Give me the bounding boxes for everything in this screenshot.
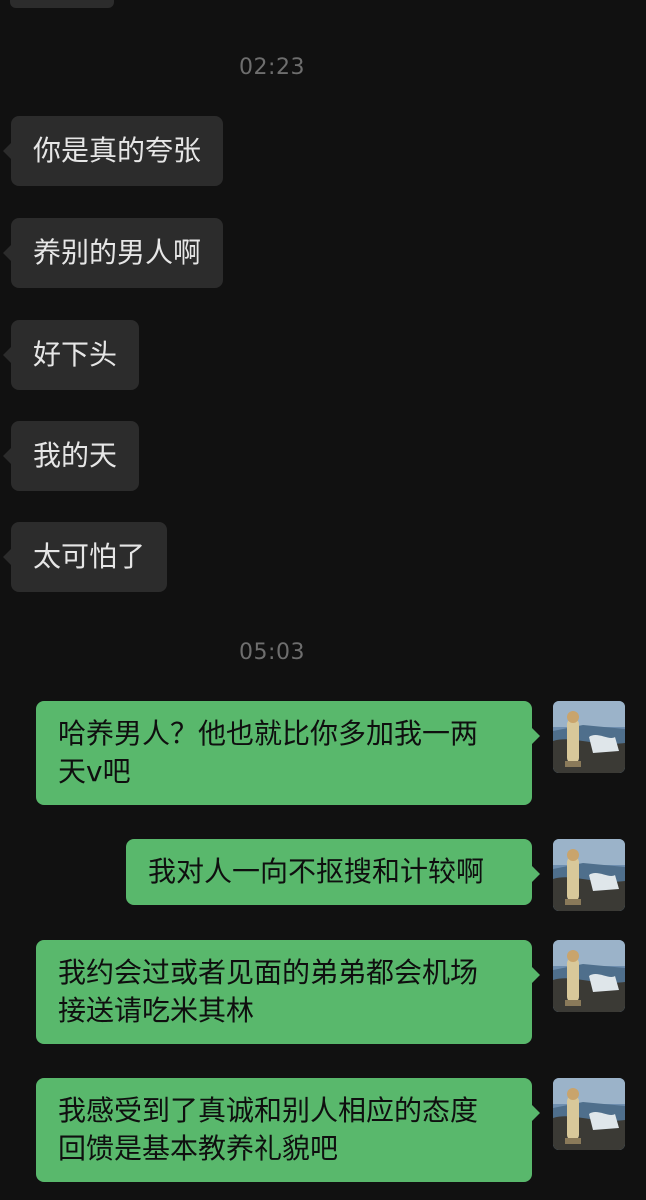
message-text-line: 天v吧: [58, 755, 131, 788]
previous-message-bubble[interactable]: [10, 0, 114, 8]
message-text-line: 我对人一向不抠搜和计较啊: [148, 855, 485, 888]
timestamp: 05:03: [239, 640, 305, 665]
avatar[interactable]: [553, 701, 625, 773]
outgoing-message[interactable]: 我对人一向不抠搜和计较啊: [126, 839, 540, 905]
avatar[interactable]: [553, 940, 625, 1012]
outgoing-message[interactable]: 我感受到了真诚和别人相应的态度 回馈是基本教养礼貌吧: [36, 1078, 540, 1182]
message-text: 养别的男人啊: [33, 236, 202, 269]
avatar[interactable]: [553, 1078, 625, 1150]
incoming-message[interactable]: 养别的男人啊: [2, 218, 224, 288]
message-text-line: 我约会过或者见面的弟弟都会机场: [58, 956, 479, 989]
incoming-message[interactable]: 太可怕了: [2, 522, 168, 592]
timestamp: 02:23: [239, 55, 305, 80]
outgoing-message[interactable]: 我约会过或者见面的弟弟都会机场 接送请吃米其林: [36, 940, 540, 1044]
avatar-photo-icon: [553, 701, 625, 773]
avatar-photo-icon: [553, 1078, 625, 1150]
message-text: 太可怕了: [33, 540, 146, 573]
chat-message-list[interactable]: 02:23 你是真的夸张 养别的男人啊 好下头 我的天 太可怕了 05:03 哈…: [0, 0, 646, 1200]
incoming-message[interactable]: 你是真的夸张: [2, 116, 224, 186]
avatar-photo-icon: [553, 940, 625, 1012]
message-text: 好下头: [33, 338, 118, 371]
avatar-photo-icon: [553, 839, 625, 911]
message-text-line: 我感受到了真诚和别人相应的态度: [58, 1094, 479, 1127]
incoming-message[interactable]: 我的天: [2, 421, 140, 491]
message-text-line: 哈养男人？他也就比你多加我一两: [58, 717, 479, 750]
outgoing-message[interactable]: 哈养男人？他也就比你多加我一两 天v吧: [36, 701, 540, 805]
message-text: 你是真的夸张: [33, 134, 202, 167]
message-text-line: 回馈是基本教养礼貌吧: [58, 1132, 339, 1165]
incoming-message[interactable]: 好下头: [2, 320, 140, 390]
message-text: 我的天: [33, 439, 118, 472]
message-text-line: 接送请吃米其林: [58, 994, 255, 1027]
avatar[interactable]: [553, 839, 625, 911]
